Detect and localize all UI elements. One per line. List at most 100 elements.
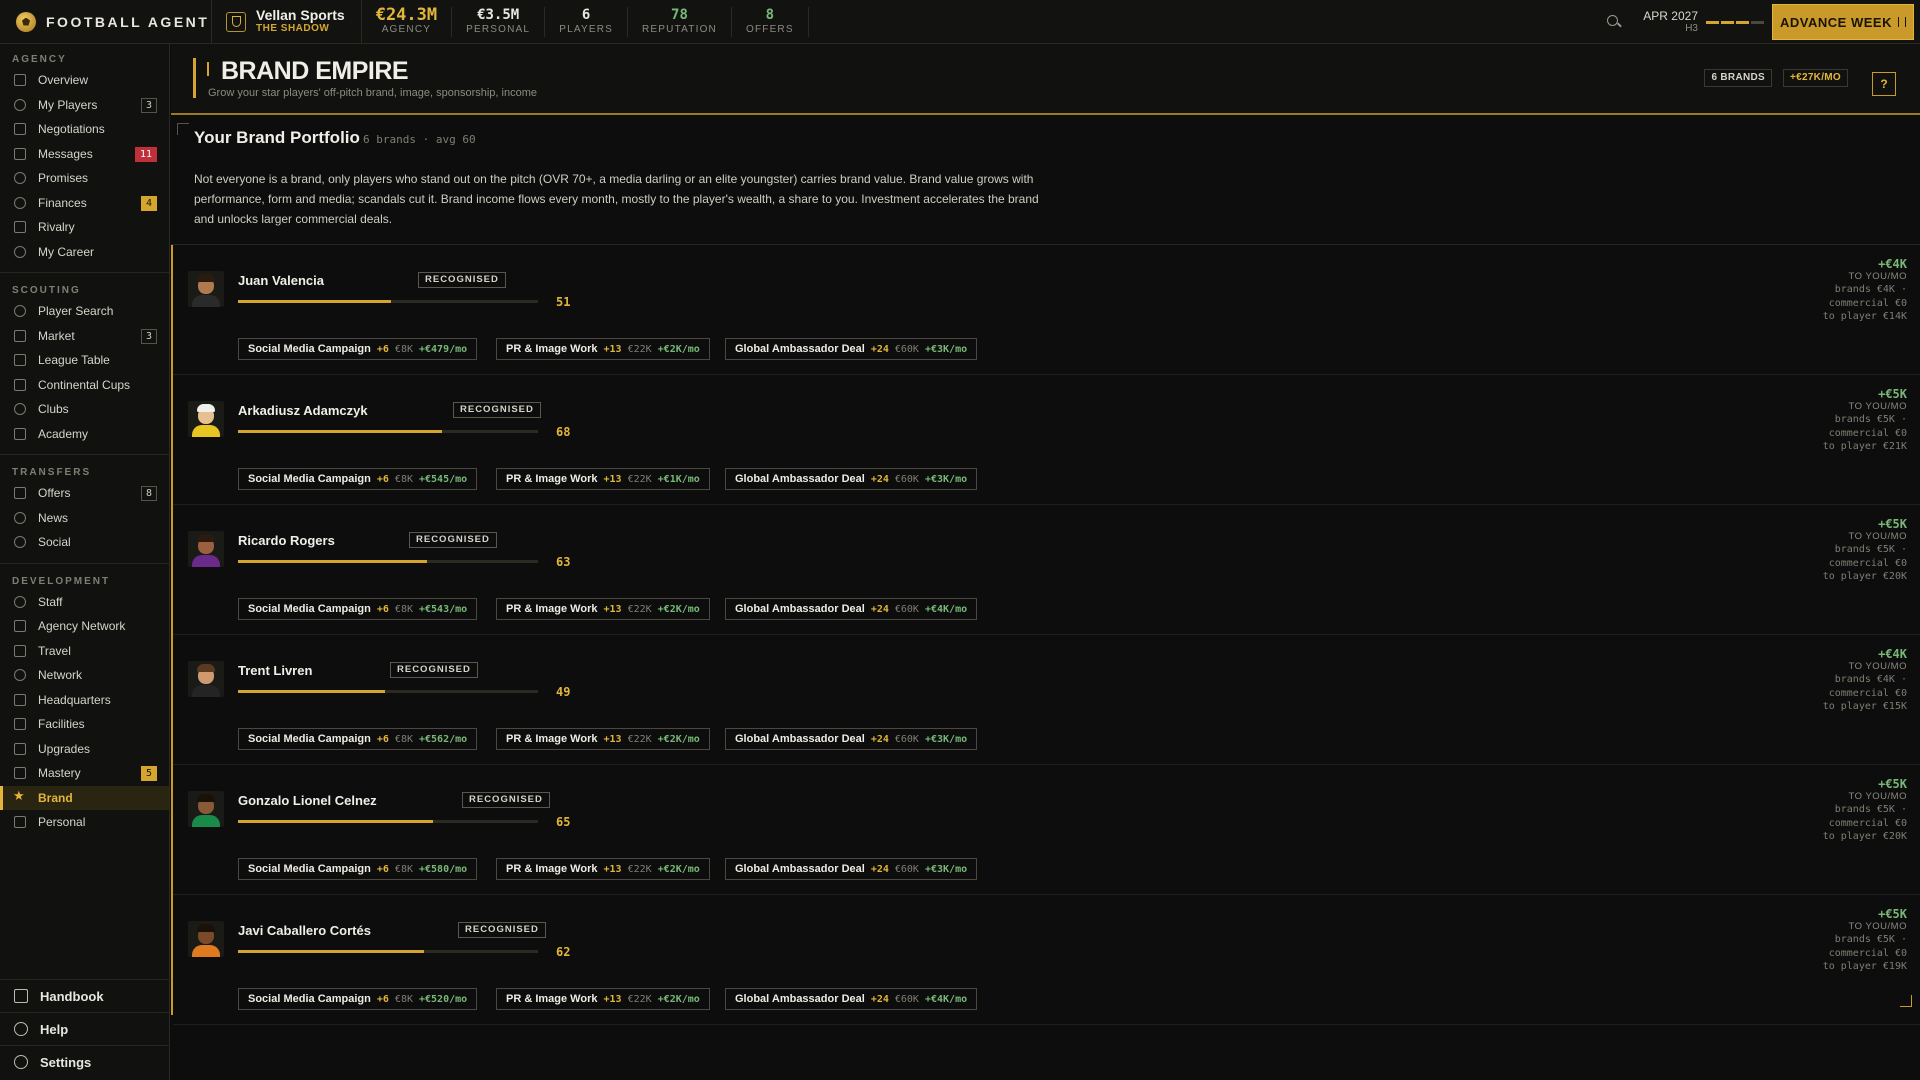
deal-income: +€3K/mo <box>924 733 968 745</box>
social-deal-button[interactable]: Social Media Campaign +6 €8K +€520/mo <box>238 988 478 1010</box>
income-to-you: +€4K <box>1878 257 1907 271</box>
sidebar-item-personal[interactable]: Personal <box>0 810 169 835</box>
brand-tier-badge: RECOGNISED <box>458 922 546 938</box>
sidebar-item-upgrades[interactable]: Upgrades <box>0 737 169 762</box>
global-deal-button[interactable]: Global Ambassador Deal +24 €60K +€3K/mo <box>725 728 978 750</box>
sidebar-item-news[interactable]: News <box>0 506 169 531</box>
sidebar-item-continental-cups[interactable]: Continental Cups <box>0 373 169 398</box>
stat-label: PLAYERS <box>559 23 613 35</box>
sidebar-item-my-career[interactable]: My Career <box>0 240 169 265</box>
player-name[interactable]: Gonzalo Lionel Celnez <box>238 793 377 808</box>
global-deal-button[interactable]: Global Ambassador Deal +24 €60K +€3K/mo <box>725 858 978 880</box>
player-brand-row[interactable]: Juan Valencia RECOGNISED 51 Social Media Ca… <box>173 245 1920 375</box>
star-icon <box>13 788 26 804</box>
social-deal-button[interactable]: Social Media Campaign +6 €8K +€479/mo <box>238 338 478 360</box>
player-name[interactable]: Juan Valencia <box>238 273 324 288</box>
player-name[interactable]: Trent Livren <box>238 663 312 678</box>
sidebar-item-brand[interactable]: Brand <box>0 785 169 810</box>
sidebar-item-promises[interactable]: Promises <box>0 166 169 191</box>
sidebar-item-offers[interactable]: Offers 8 <box>0 481 169 506</box>
sidebar-item-mastery[interactable]: Mastery 5 <box>0 761 169 786</box>
player-brand-row[interactable]: Arkadiusz Adamczyk RECOGNISED 68 Social Med… <box>173 375 1920 505</box>
deal-income: +€3K/mo <box>924 473 968 485</box>
social-deal-button[interactable]: Social Media Campaign +6 €8K +€543/mo <box>238 598 478 620</box>
help-button[interactable]: Help <box>0 1012 170 1045</box>
social-deal-button[interactable]: Social Media Campaign +6 €8K +€580/mo <box>238 858 478 880</box>
sidebar-item-finances[interactable]: Finances 4 <box>0 191 169 216</box>
sidebar-item-clubs[interactable]: Clubs <box>0 397 169 422</box>
deal-cost: €22K <box>627 603 652 615</box>
sidebar-item-social[interactable]: Social <box>0 530 169 555</box>
deal-brand-boost: +24 <box>870 473 889 485</box>
brand-tier-badge: RECOGNISED <box>462 792 550 808</box>
page-header: BRAND EMPIRE Grow your star players' off… <box>171 44 1920 115</box>
sidebar-item-headquarters[interactable]: Headquarters <box>0 688 169 713</box>
sidebar-item-agency-network[interactable]: Agency Network <box>0 614 169 639</box>
player-name[interactable]: Ricardo Rogers <box>238 533 335 548</box>
count-badge: 3 <box>141 97 157 113</box>
deal-income: +€3K/mo <box>924 343 968 355</box>
pr-deal-button[interactable]: PR & Image Work +13 €22K +€2K/mo <box>496 598 710 620</box>
settings-button[interactable]: Settings <box>0 1045 170 1078</box>
stat-players: 6 PLAYERS <box>545 6 628 37</box>
sidebar-item-my-players[interactable]: My Players 3 <box>0 93 169 118</box>
advance-week-button[interactable]: ADVANCE WEEK <box>1772 4 1914 40</box>
player-brand-row[interactable]: Trent Livren RECOGNISED 49 Social Media Cam… <box>173 635 1920 765</box>
sidebar-item-facilities[interactable]: Facilities <box>0 712 169 737</box>
player-name[interactable]: Arkadiusz Adamczyk <box>238 403 368 418</box>
global-deal-button[interactable]: Global Ambassador Deal +24 €60K +€3K/mo <box>725 338 978 360</box>
handbook-button[interactable]: Handbook <box>0 979 170 1012</box>
sidebar-item-rivalry[interactable]: Rivalry <box>0 215 169 240</box>
brand-value-bar <box>238 820 538 823</box>
sidebar-item-messages[interactable]: Messages 11 <box>0 142 169 167</box>
deal-cost: €22K <box>627 863 652 875</box>
sidebar-item-overview[interactable]: Overview <box>0 68 169 93</box>
income-label: TO YOU/MO <box>1848 401 1907 412</box>
stat-personal: €3.5M PERSONAL <box>452 6 546 37</box>
pr-deal-button[interactable]: PR & Image Work +13 €22K +€2K/mo <box>496 728 710 750</box>
sidebar-item-market[interactable]: Market 3 <box>0 324 169 349</box>
deal-brand-boost: +24 <box>870 993 889 1005</box>
sidebar-item-staff[interactable]: Staff <box>0 590 169 615</box>
sidebar-item-label: Social <box>38 535 71 550</box>
help-button[interactable]: ? <box>1872 72 1896 96</box>
bar-chart-icon <box>14 329 26 342</box>
global-deal-button[interactable]: Global Ambassador Deal +24 €60K +€3K/mo <box>725 468 978 490</box>
club-info[interactable]: Vellan Sports THE SHADOW <box>212 0 362 44</box>
deal-brand-boost: +24 <box>870 603 889 615</box>
social-deal-button[interactable]: Social Media Campaign +6 €8K +€562/mo <box>238 728 478 750</box>
app-logo[interactable]: FOOTBALL AGENT <box>0 0 212 44</box>
player-name[interactable]: Javi Caballero Cortés <box>238 923 371 938</box>
pr-deal-button[interactable]: PR & Image Work +13 €22K +€2K/mo <box>496 338 710 360</box>
search-icon[interactable] <box>1607 15 1621 29</box>
deal-cost: €8K <box>394 473 413 485</box>
sidebar-item-player-search[interactable]: Player Search <box>0 299 169 324</box>
sidebar-item-academy[interactable]: Academy <box>0 422 169 447</box>
sidebar-item-label: Academy <box>38 426 89 441</box>
global-deal-button[interactable]: Global Ambassador Deal +24 €60K +€4K/mo <box>725 988 978 1010</box>
stat-offers: 8 OFFERS <box>732 6 809 37</box>
sidebar-item-league-table[interactable]: League Table <box>0 348 169 373</box>
sidebar-item-negotiations[interactable]: Negotiations <box>0 117 169 142</box>
stat-value: €24.3M <box>375 4 438 25</box>
stat-label: AGENCY <box>381 23 432 35</box>
deal-brand-boost: +6 <box>376 733 389 745</box>
player-brand-row[interactable]: Javi Caballero Cortés RECOGNISED 62 Social … <box>173 895 1920 1025</box>
global-deal-button[interactable]: Global Ambassador Deal +24 €60K +€4K/mo <box>725 598 978 620</box>
sidebar-item-travel[interactable]: Travel <box>0 639 169 664</box>
player-brand-row[interactable]: Ricardo Rogers RECOGNISED 63 Social Media C… <box>173 505 1920 635</box>
deal-name: Global Ambassador Deal <box>735 473 865 485</box>
player-brand-row[interactable]: Gonzalo Lionel Celnez RECOGNISED 65 Social … <box>173 765 1920 895</box>
deal-brand-boost: +13 <box>603 863 622 875</box>
social-deal-button[interactable]: Social Media Campaign +6 €8K +€545/mo <box>238 468 478 490</box>
footer-label: Settings <box>40 1054 92 1070</box>
book-icon <box>14 989 28 1003</box>
pr-deal-button[interactable]: PR & Image Work +13 €22K +€2K/mo <box>496 858 710 880</box>
sidebar-item-network[interactable]: Network <box>0 663 169 688</box>
deal-income: +€2K/mo <box>657 993 700 1005</box>
stat-agency: €24.3M AGENCY <box>362 4 453 37</box>
pr-deal-button[interactable]: PR & Image Work +13 €22K +€1K/mo <box>496 468 710 490</box>
brand-value-score: 51 <box>556 295 571 309</box>
sidebar-item-label: Offers <box>38 486 71 501</box>
pr-deal-button[interactable]: PR & Image Work +13 €22K +€2K/mo <box>496 988 710 1010</box>
